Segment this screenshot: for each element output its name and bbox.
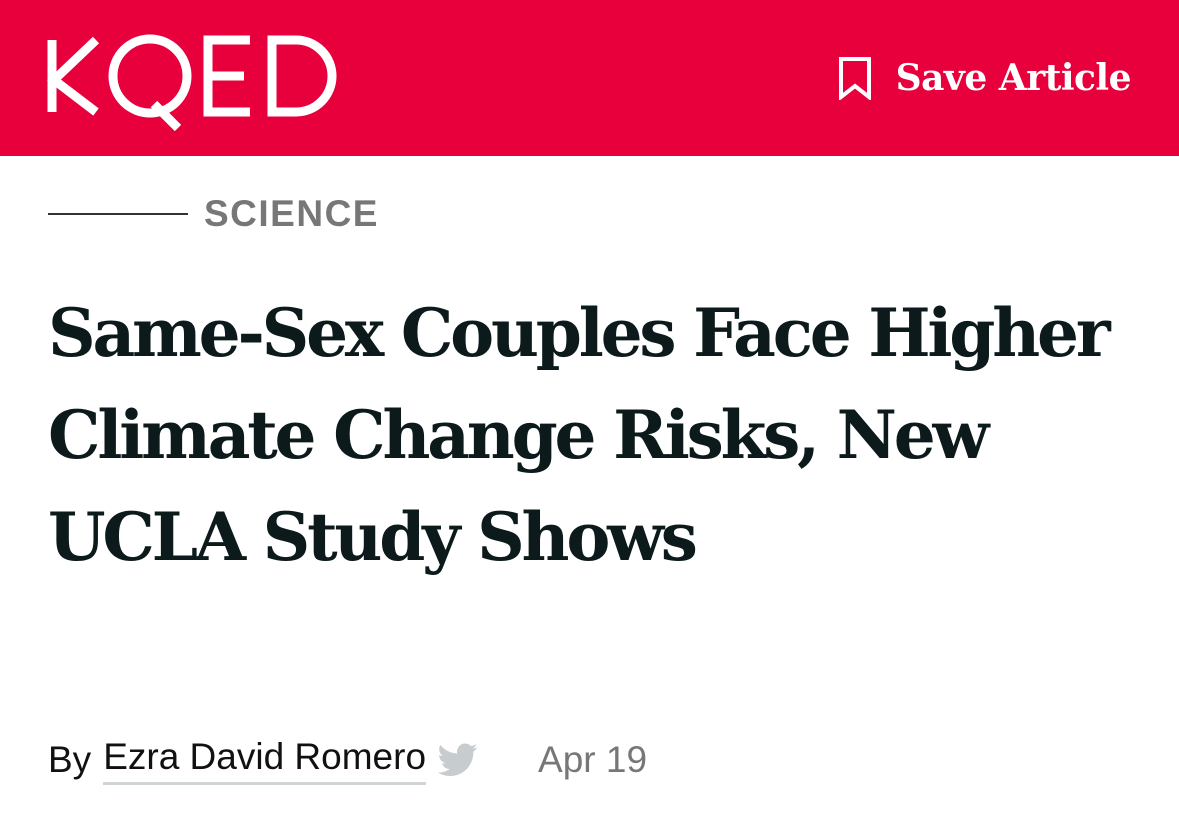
byline-prefix: By <box>48 739 92 780</box>
section-rule <box>48 213 188 215</box>
section-label[interactable]: SCIENCE <box>204 193 379 235</box>
twitter-icon[interactable] <box>438 743 478 777</box>
save-article-label: Save Article <box>895 57 1132 99</box>
publish-date: Apr 19 <box>538 739 648 780</box>
article-headline: Same-Sex Couples Face Higher Climate Cha… <box>48 294 1111 576</box>
author-link[interactable]: Ezra David Romero <box>103 736 427 785</box>
save-article-button[interactable]: Save Article <box>838 52 1132 104</box>
byline: By Ezra David Romero Apr 19 <box>48 732 647 788</box>
top-bar: Save Article <box>0 0 1179 156</box>
section-kicker: SCIENCE <box>48 190 379 238</box>
bookmark-icon <box>838 57 871 100</box>
kqed-logo[interactable] <box>46 26 356 136</box>
